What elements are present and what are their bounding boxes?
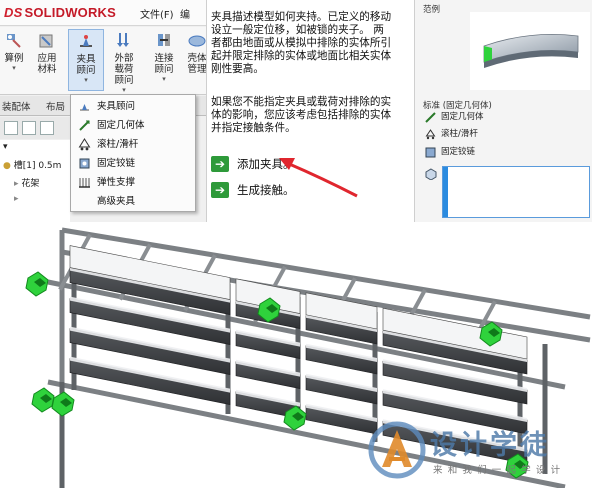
feature-manager-toolbar [0, 117, 70, 139]
property-manager-icon[interactable] [22, 121, 36, 135]
tab-layout[interactable]: 布局 [46, 99, 65, 113]
tutorial-composite: DS SOLIDWORKS 文件(F) 编 算例 ▾ 应用材料 夹具顾问 ▾ 外… [0, 0, 592, 488]
tree-item-frame-label: 花架 [21, 179, 40, 189]
tab-assembly[interactable]: 装配体 [2, 99, 31, 113]
fixture-advisor-icon [80, 104, 89, 111]
config-manager-icon[interactable] [40, 121, 54, 135]
roller-slider-icon [78, 138, 91, 151]
menu-edit[interactable]: 编 [180, 6, 190, 21]
pm-item-fixed-geometry[interactable]: 固定几何体 [425, 110, 484, 125]
external-loads-button[interactable]: 外部载荷顾问 ▾ [106, 29, 142, 94]
fixture-dropdown-menu: 夹具顾问 固定几何体 滚柱/滑杆 固定铰链 弹性支撑 高级夹具 [70, 94, 196, 212]
selection-highlight [443, 167, 448, 217]
apply-material-button[interactable]: 应用材料 [30, 29, 64, 91]
logo-text: SOLIDWORKS [24, 5, 117, 20]
roller-slider-icon [425, 129, 436, 140]
watermark-logo [368, 421, 426, 479]
connection-icon [158, 34, 170, 46]
shell-manager-label: 壳体管理 [187, 53, 207, 75]
feature-tree-icon[interactable] [4, 121, 18, 135]
cube-icon [425, 168, 437, 180]
elastic-support-icon [79, 178, 90, 188]
pm-item-fixed-hinge[interactable]: 固定铰链 [425, 145, 475, 160]
pm-item-label: 固定铰链 [441, 147, 476, 157]
simulation-ribbon: 算例 ▾ 应用材料 夹具顾问 ▾ 外部载荷顾问 ▾ 连接顾问 ▾ 壳体管理 [0, 27, 207, 95]
fixture-advisor-button[interactable]: 夹具顾问 ▾ [68, 29, 104, 91]
menu-item-elastic-support[interactable]: 弹性支撑 [75, 174, 193, 191]
shelf-panel [305, 345, 378, 375]
shelf-panel [235, 331, 301, 359]
chevron-down-icon: ▾ [12, 64, 16, 72]
menu-item-fixture-advisor[interactable]: 夹具顾问 [75, 98, 193, 115]
fixed-hinge-icon [79, 158, 90, 169]
fixed-hinge-icon [425, 147, 436, 158]
tree-filter-icon[interactable]: ▾ [3, 142, 8, 152]
apply-material-label: 应用材料 [37, 53, 57, 75]
example-preview [470, 12, 590, 90]
connections-advisor-button[interactable]: 连接顾问 ▾ [146, 29, 182, 91]
menu-item-label: 夹具顾问 [97, 101, 136, 112]
menu-file[interactable]: 文件(F) [140, 6, 174, 21]
connections-label: 连接顾问 [154, 53, 174, 75]
tree-item-part-label: 槽[1] 0.5m [13, 161, 62, 171]
shell-manager-button[interactable]: 壳体管理 [184, 29, 207, 91]
fixture-property-manager: 范例 标准 (固定几何体) 固定几何体 滚柱/滑杆 固定铰链 [415, 0, 592, 222]
menu-item-label: 滚柱/滑杆 [97, 139, 139, 150]
shelf-panel [305, 405, 378, 435]
curved-part-preview [483, 33, 579, 68]
title-bar: DS SOLIDWORKS 文件(F) 编 [0, 0, 206, 26]
shelf-panel [235, 361, 301, 389]
menu-item-label: 弹性支撑 [97, 177, 136, 188]
external-loads-label: 外部载荷顾问 [114, 53, 134, 86]
pm-item-roller-slider[interactable]: 滚柱/滑杆 [425, 127, 478, 142]
solidworks-logo: DS SOLIDWORKS [4, 5, 116, 20]
menu-item-roller-slider[interactable]: 滚柱/滑杆 [75, 136, 193, 153]
load-arrow-icon [117, 33, 129, 47]
menu-item-fixed-geometry[interactable]: 固定几何体 [75, 117, 193, 134]
part-icon: ● [3, 161, 11, 171]
study-icon [7, 34, 21, 48]
model-viewport[interactable]: 设计学徒 来和我们一起学设计 [0, 222, 592, 488]
study-button[interactable]: 算例 ▾ [0, 29, 28, 91]
menu-item-label: 固定几何体 [97, 120, 145, 131]
tree-item-part[interactable]: ● 槽[1] 0.5m [3, 158, 61, 171]
chevron-down-icon: ▾ [84, 76, 88, 84]
fixture-advisor-icon [80, 35, 92, 47]
ds-logo-mark: DS [4, 5, 23, 20]
tree-item-more[interactable]: ▸ [14, 194, 19, 204]
screenshot-strip: DS SOLIDWORKS 文件(F) 编 算例 ▾ 应用材料 夹具顾问 ▾ 外… [0, 0, 592, 222]
menu-item-label: 固定铰链 [97, 158, 136, 169]
menu-item-advanced-fixtures[interactable]: 高级夹具 [75, 193, 193, 210]
shelf-panel [305, 375, 378, 405]
menu-item-label: 高级夹具 [97, 196, 136, 207]
tree-item-frame[interactable]: ▸ 花架 [14, 176, 39, 189]
chevron-down-icon: ▾ [162, 75, 166, 83]
feature-tree: ▾ ● 槽[1] 0.5m ▸ 花架 ▸ [0, 140, 70, 222]
pm-item-label: 固定几何体 [441, 112, 484, 122]
selection-box[interactable] [442, 166, 590, 218]
chevron-down-icon: ▾ [122, 86, 126, 94]
expand-icon: ▸ [14, 179, 19, 189]
fixed-geometry-icon [425, 112, 436, 123]
fixed-geometry-icon [79, 120, 90, 131]
solidworks-window: DS SOLIDWORKS 文件(F) 编 算例 ▾ 应用材料 夹具顾问 ▾ 外… [0, 0, 207, 222]
pm-item-label: 滚柱/滑杆 [441, 129, 478, 139]
menu-item-fixed-hinge[interactable]: 固定铰链 [75, 155, 193, 172]
example-section-title: 范例 [423, 5, 441, 15]
red-pointer-arrow [279, 158, 358, 198]
fixture-help-panel: 夹具描述模型如何夹持。已定义的移动 设立一般定位移，如被锁的夹子。 两 者都由地… [207, 0, 415, 222]
shell-icon [188, 35, 206, 47]
watermark-title: 设计学徒 [430, 430, 550, 461]
material-icon [39, 34, 53, 48]
watermark-subtitle: 来和我们一起学设计 [433, 465, 566, 476]
study-label: 算例 [4, 53, 24, 64]
watermark: 设计学徒 来和我们一起学设计 [368, 417, 584, 485]
fixture-advisor-label: 夹具顾问 [76, 54, 96, 76]
